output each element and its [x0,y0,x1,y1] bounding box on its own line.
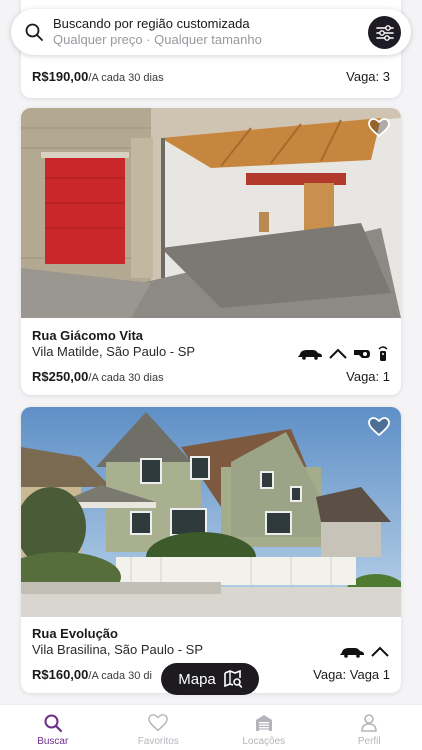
nav-label: Perfil [357,736,381,747]
app-screen: Buscando por região customizada Qualquer… [0,0,422,750]
garage-icon [255,715,272,731]
listing-price: R$160,00/A cada 30 di [32,667,152,682]
listing-price: R$250,00/A cada 30 dias [32,369,164,384]
person-icon [361,714,378,732]
listing-photo [21,407,401,617]
favorite-heart-icon[interactable] [368,118,390,138]
price-value: R$250,00 [32,369,89,384]
nav-label: Favoritos [137,736,179,747]
price-period: /A cada 30 dias [88,372,164,384]
listing-location: Vila Matilde, São Paulo - SP [32,344,196,359]
price-period: /A cada 30 dias [88,72,164,84]
nav-item-buscar[interactable]: Buscar [0,705,106,750]
search-subtitle: Qualquer preço · Qualquer tamanho [53,32,262,47]
nav-label: Locações [242,736,286,747]
search-icon [25,23,43,41]
nav-label: Buscar [37,736,69,747]
listing-street: Rua Giácomo Vita [32,328,144,343]
price-value: R$190,00 [32,69,89,84]
nav-item-favoritos[interactable]: Favoritos [106,705,212,750]
listing-spots: Vaga: 1 [346,369,390,384]
search-bar[interactable]: Buscando por região customizada Qualquer… [11,9,411,55]
filter-button[interactable] [368,16,401,49]
amenities-row [339,646,389,658]
search-icon [44,714,62,733]
listing-photo [21,108,401,318]
price-value: R$160,00 [32,667,89,682]
price-period: /A cada 30 di [88,670,152,682]
covered-icon [329,348,347,359]
filter-sliders-icon [375,24,394,41]
listing-street: Rua Evolução [32,626,118,641]
amenities-row [297,346,389,362]
favorite-heart-icon[interactable] [368,417,390,437]
map-button[interactable]: Mapa [161,663,259,695]
bottom-nav: Buscar Favoritos Locações Perfil [0,704,422,750]
car-icon [340,648,364,658]
nav-item-perfil[interactable]: Perfil [317,705,422,750]
heart-icon [148,714,169,732]
car-icon [298,350,322,360]
map-search-icon [223,670,242,688]
map-button-label: Mapa [178,670,216,688]
listing-spots: Vaga: 3 [346,69,390,84]
listing-spots: Vaga: Vaga 1 [313,667,390,682]
covered-icon [371,646,389,657]
remote-control-icon [378,346,388,361]
security-camera-icon [354,350,370,358]
listing-location: Vila Brasilina, São Paulo - SP [32,642,204,657]
listing-price: R$190,00/A cada 30 dias [32,69,164,84]
search-title: Buscando por região customizada [53,16,250,31]
listing-card[interactable]: Rua Giácomo Vita Vila Matilde, São Paulo… [21,108,401,395]
nav-item-locacoes[interactable]: Locações [211,705,317,750]
listing-card[interactable]: Rua Evolução Vila Brasilina, São Paulo -… [21,407,401,693]
